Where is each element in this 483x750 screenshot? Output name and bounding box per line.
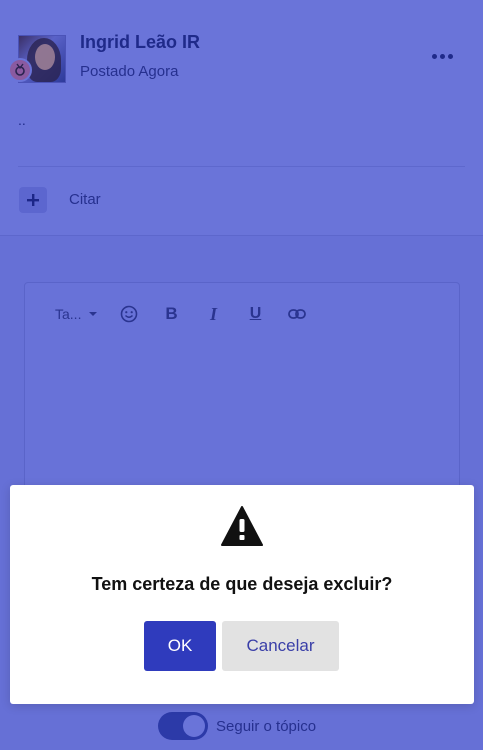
add-button[interactable] xyxy=(19,187,47,213)
font-size-label: Ta... xyxy=(55,306,82,322)
divider xyxy=(18,166,465,167)
more-options-button[interactable] xyxy=(428,46,456,66)
toggle-switch[interactable] xyxy=(158,712,208,740)
post-time: Postado Agora xyxy=(80,63,179,80)
ok-button[interactable]: OK xyxy=(144,621,216,671)
medal-icon xyxy=(8,58,32,82)
toggle-knob xyxy=(183,715,205,737)
avatar-face xyxy=(35,44,55,70)
italic-icon[interactable]: I xyxy=(203,304,223,324)
follow-topic-label: Seguir o tópico xyxy=(216,717,317,735)
link-icon[interactable] xyxy=(287,304,307,324)
author-name[interactable]: Ingrid Leão IR xyxy=(80,32,200,53)
underline-icon[interactable]: U xyxy=(245,304,265,324)
post-body: .. xyxy=(18,112,26,128)
chevron-down-icon xyxy=(89,312,98,316)
confirm-delete-dialog: Tem certeza de que deseja excluir? OK Ca… xyxy=(10,485,474,704)
font-size-select[interactable]: Ta... xyxy=(55,306,98,322)
cancel-button[interactable]: Cancelar xyxy=(222,621,339,671)
editor-toolbar: Ta... B I U xyxy=(55,303,329,325)
plus-icon xyxy=(27,194,39,206)
warning-icon xyxy=(221,506,263,546)
dialog-message: Tem certeza de que deseja excluir? xyxy=(91,574,393,594)
post-card: Ingrid Leão IR Postado Agora .. Citar xyxy=(0,0,483,236)
cite-button[interactable]: Citar xyxy=(69,191,101,208)
follow-topic-toggle[interactable]: Seguir o tópico xyxy=(158,712,316,740)
emoji-icon[interactable] xyxy=(119,304,139,324)
bold-icon[interactable]: B xyxy=(161,304,181,324)
more-horizontal-icon xyxy=(431,53,437,59)
